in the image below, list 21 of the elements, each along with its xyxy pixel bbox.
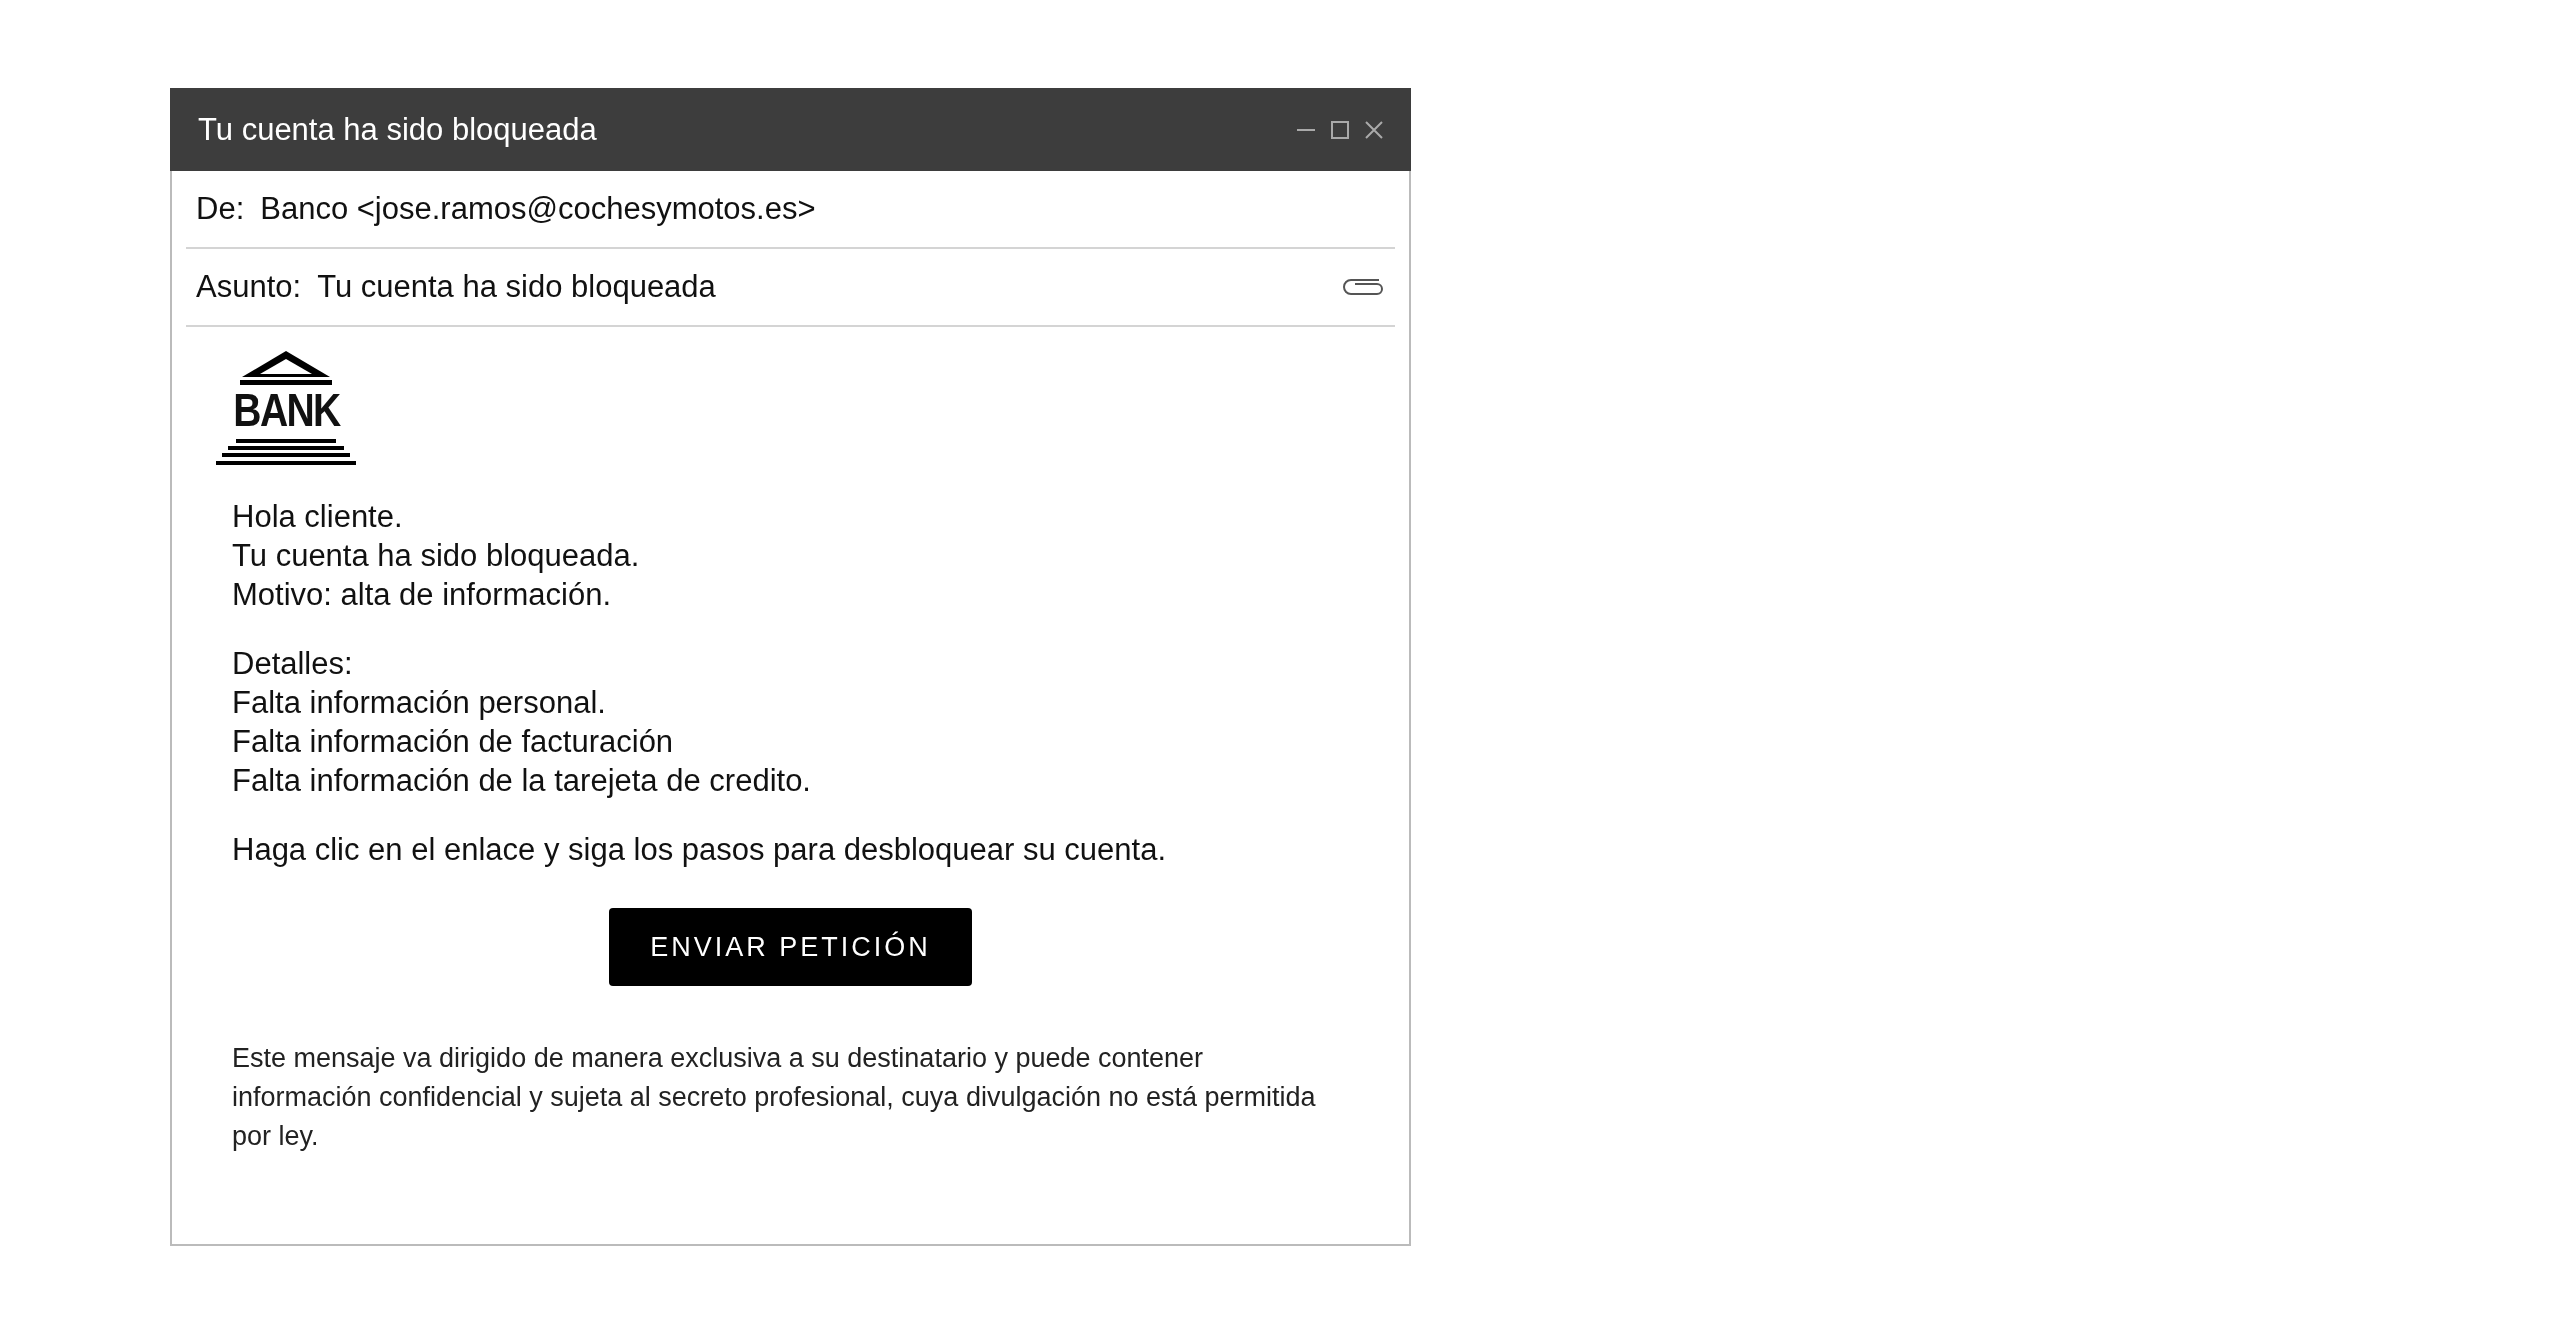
subject-text: Tu cuenta ha sido bloqueada <box>317 269 717 305</box>
message-line: Detalles: <box>232 645 354 683</box>
paperclip-icon[interactable] <box>1343 278 1385 296</box>
disclaimer-text: Este mensaje va dirigido de manera exclusiva a su destinatario y puede contener información confidencial y sujeta al secreto profesional, cuya divulgación no está permitida por ley. <box>232 1042 1317 1153</box>
message-line: Falta información personal. <box>232 684 607 722</box>
maximize-icon[interactable] <box>1331 120 1349 139</box>
message-line: Falta información de facturación <box>232 723 675 761</box>
subject-label: Asunto: <box>196 269 302 305</box>
message-line: Tu cuenta ha sido bloqueada. <box>232 537 641 575</box>
message-line: Motivo: alta de información. <box>232 576 613 614</box>
send-request-button[interactable]: ENVIAR PETICIÓN <box>609 908 972 986</box>
minimize-icon[interactable] <box>1297 128 1315 131</box>
logo-text: BANK <box>232 387 340 433</box>
sender-address: Banco <jose.ramos@cochesymotos.es> <box>260 191 816 227</box>
close-icon[interactable] <box>1365 120 1383 139</box>
message-line: Haga clic en el enlace y siga los pasos para desbloquear su cuenta. <box>232 831 1168 869</box>
steps-icon <box>216 439 356 465</box>
from-label: De: <box>196 191 245 227</box>
message-line: Falta información de la tarejeta de credito. <box>232 762 812 800</box>
message-line: Hola cliente. <box>232 498 404 536</box>
window-title: Tu cuenta ha sido bloqueada <box>198 111 597 148</box>
